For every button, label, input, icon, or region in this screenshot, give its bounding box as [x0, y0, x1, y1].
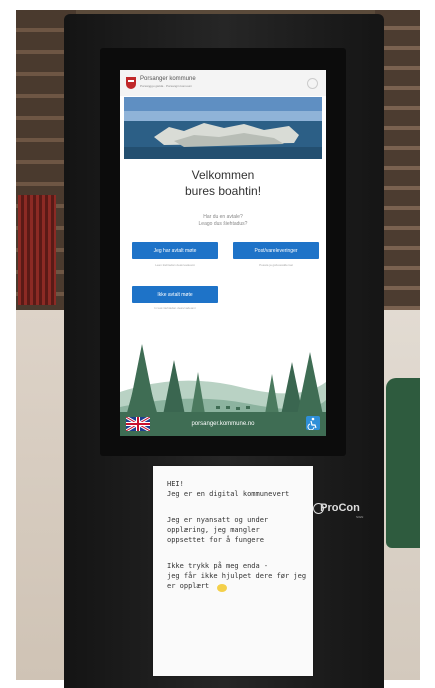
paper-note: HEI! Jeg er en digital kommunevert Jeg e… [153, 466, 313, 676]
municipality-name: Porsanger kommune [140, 76, 196, 82]
note-line: Jeg er en digital kommunevert [167, 490, 290, 498]
kiosk-brand: ProCon [320, 502, 360, 514]
note-line: er opplært [167, 582, 210, 590]
smiley-icon [217, 584, 227, 592]
question-se: Leago dus šiehtadus? [198, 221, 248, 227]
no-meeting-hint: In leat šiehtadan deaivvadeami [154, 306, 196, 310]
note-line: HEI! [167, 480, 184, 488]
note-line: Jeg er nyansatt og under [167, 516, 269, 524]
hero-image [124, 97, 322, 159]
background-red-panel [18, 195, 56, 305]
note-line: jeg får ikke hjulpet dere før jeg [167, 572, 307, 580]
kiosk-screen: Porsanger kommune Porsáŋggu gielda · Por… [120, 70, 326, 436]
accessibility-icon[interactable] [306, 416, 320, 430]
no-meeting-button[interactable]: Ikke avtalt møte [132, 286, 218, 303]
welcome-title-2: bures boahtin! [184, 184, 262, 198]
question-no: Har du en avtale? [203, 214, 243, 220]
has-meeting-hint: Lean šiehtadan deaivvadeami [155, 263, 195, 267]
post-delivery-hint: Poasta ja gálvosáddemat [259, 263, 293, 267]
note-line: oppsettet for å fungere [167, 536, 264, 544]
municipality-subtitle: Porsáŋggu gielda · Porsangin komuuni [140, 84, 192, 88]
website-link[interactable]: porsanger.kommune.no [120, 421, 326, 427]
note-line: opplæring, jeg mangler [167, 526, 260, 534]
close-icon[interactable] [307, 78, 318, 89]
screen-header: Porsanger kommune Porsáŋggu gielda · Por… [120, 70, 326, 96]
post-delivery-button[interactable]: Post/vareleveringer [233, 242, 319, 259]
screen-footer: porsanger.kommune.no [120, 412, 326, 436]
has-meeting-button[interactable]: Jeg har avtalt møte [132, 242, 218, 259]
background-chair [386, 378, 420, 548]
welcome-title-1: Velkommen [191, 168, 255, 182]
crest-icon [126, 77, 136, 89]
kiosk-brand-sub: SIGN [356, 515, 364, 519]
note-line: Ikke trykk på meg enda - [167, 562, 269, 570]
